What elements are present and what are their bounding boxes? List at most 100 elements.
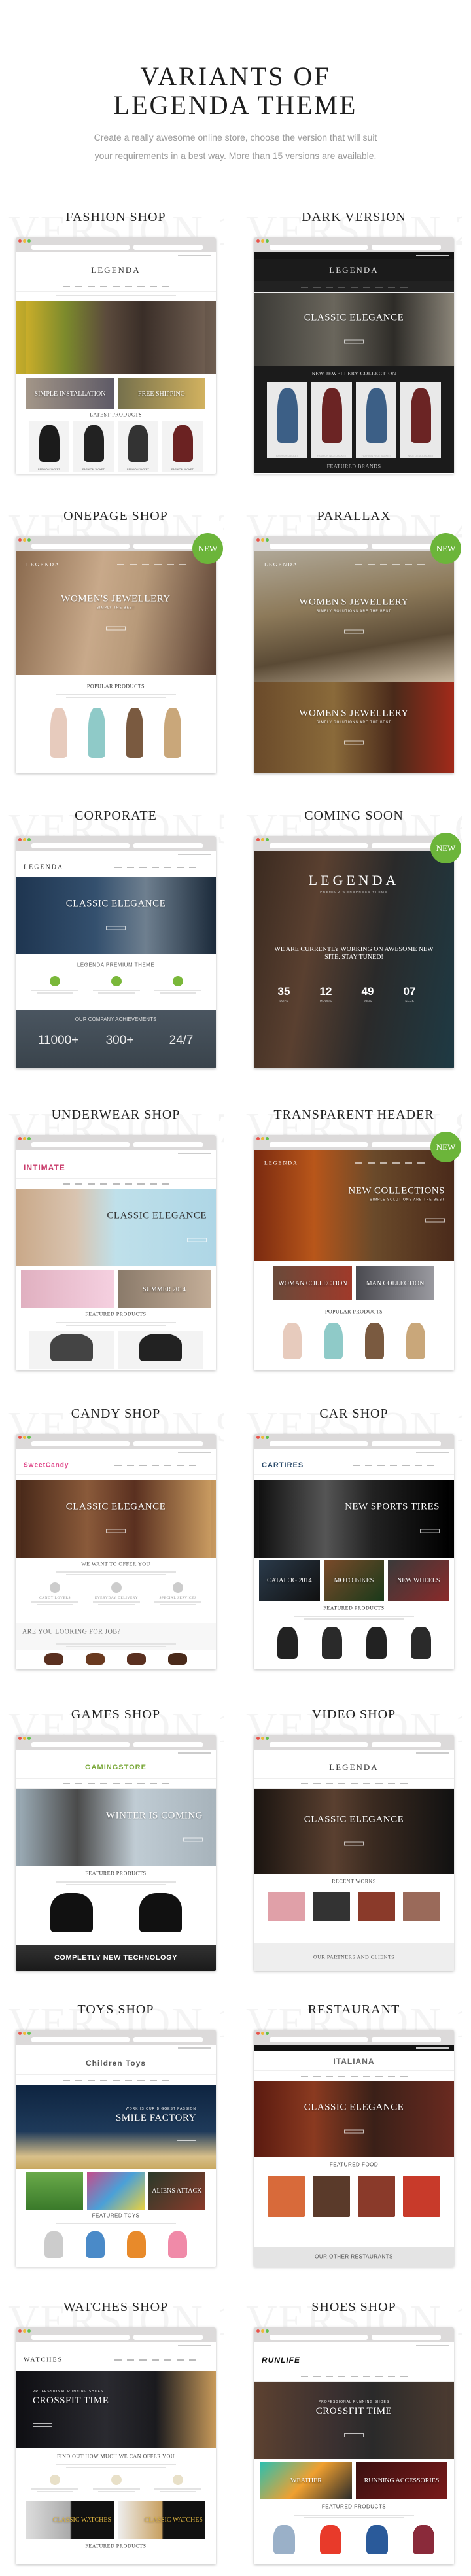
nav-item[interactable] xyxy=(427,1464,434,1466)
product-card[interactable] xyxy=(309,2522,352,2563)
variant-card-parallax[interactable]: LEGENDA WOMEN'S JEWELLERY SIMPLY SOLUTIONS… xyxy=(254,536,454,773)
variant-card-corporate[interactable]: LEGENDA CLASSIC ELEGANCE LEGENDA PREMIUM T… xyxy=(16,836,216,1068)
variant-card-shoes-shop[interactable]: RUNLIFE PROFESSIONAL RUNNING SHOES CROSSFI… xyxy=(254,2327,454,2564)
hero-banner[interactable]: NEW SPORTS TIRES xyxy=(259,1480,449,1558)
nav-item[interactable] xyxy=(380,1162,387,1164)
hero-button[interactable] xyxy=(106,926,126,930)
nav-item[interactable] xyxy=(300,2075,308,2077)
hero-banner[interactable]: LEGENDA WOMEN'S JEWELLERY SIMPLY THE BEST xyxy=(16,551,216,675)
nav-item[interactable] xyxy=(350,286,358,288)
product-card[interactable] xyxy=(118,1331,203,1369)
nav-item[interactable] xyxy=(162,1783,169,1784)
site-logo[interactable]: LEGENDA xyxy=(264,1160,298,1166)
product-card[interactable] xyxy=(356,2522,398,2563)
nav-item[interactable] xyxy=(392,1162,400,1164)
product-card[interactable] xyxy=(263,2522,305,2563)
nav-item[interactable] xyxy=(139,866,147,868)
nav-item[interactable] xyxy=(338,2375,345,2377)
variant-card-watches-shop[interactable]: WATCHES PROFESSIONAL RUNNING SHOES CROSSFI… xyxy=(16,2327,216,2564)
nav-item[interactable] xyxy=(338,2075,345,2077)
hero-banner[interactable]: CLASSIC ELEGANCE xyxy=(254,2081,454,2157)
nav-item[interactable] xyxy=(300,1783,308,1784)
nav-item[interactable] xyxy=(355,564,362,565)
nav-item[interactable] xyxy=(124,285,132,287)
site-logo[interactable]: ITALIANA xyxy=(254,2057,454,2066)
site-logo[interactable]: LEGENDA xyxy=(24,863,63,871)
nav-item[interactable] xyxy=(313,2375,321,2377)
nav-item[interactable] xyxy=(164,866,171,868)
product-card[interactable]: FASHION NICE JACKET xyxy=(311,382,352,458)
site-logo[interactable]: LEGENDA xyxy=(26,562,60,568)
variant-card-video-shop[interactable]: LEGENDA CLASSIC ELEGANCE RECENT WORKS OUR P… xyxy=(254,1735,454,1971)
nav-item[interactable] xyxy=(117,564,124,565)
nav-item[interactable] xyxy=(164,2359,171,2361)
product-card[interactable] xyxy=(267,1623,307,1668)
nav-item[interactable] xyxy=(124,2079,132,2081)
product-card[interactable] xyxy=(77,2228,114,2265)
nav-item[interactable] xyxy=(126,2359,134,2361)
variant-card-candy-shop[interactable]: SweetCandy CLASSIC ELEGANCE WE WANT TO OFF… xyxy=(16,1434,216,1669)
nav-item[interactable] xyxy=(130,564,137,565)
nav-item[interactable] xyxy=(387,1783,395,1784)
nav-item[interactable] xyxy=(114,866,122,868)
promo-banner[interactable]: RUNNING ACCESSORIES xyxy=(356,2462,447,2499)
hero-button[interactable] xyxy=(187,1238,207,1242)
site-logo[interactable]: WATCHES xyxy=(24,2356,63,2363)
nav-item[interactable] xyxy=(188,2359,196,2361)
variant-card-toys-shop[interactable]: Children Toys WORK IS OUR BIGGEST PASSION… xyxy=(16,2030,216,2267)
nav-item[interactable] xyxy=(338,1783,345,1784)
site-logo[interactable]: LEGENDA xyxy=(254,265,454,275)
promo-banner[interactable]: SUMMER 2014 xyxy=(118,1270,211,1308)
variant-card-transparent-header[interactable]: LEGENDA NEW COLLECTIONS SIMPLE SOLUTIONS A… xyxy=(254,1135,454,1370)
variant-card-games-shop[interactable]: GAMINGSTORE WINTER IS COMING FEATURED PROD… xyxy=(16,1735,216,1971)
nav-item[interactable] xyxy=(162,1183,169,1185)
product-card[interactable]: FASHION JACKET xyxy=(118,421,158,472)
nav-item[interactable] xyxy=(355,1162,362,1164)
hero-banner[interactable]: LEGENDA WOMEN'S JEWELLERY SIMPLY SOLUTIONS… xyxy=(254,551,454,682)
hero-button[interactable] xyxy=(344,2433,364,2437)
nav-item[interactable] xyxy=(350,2075,358,2077)
nav-item[interactable] xyxy=(400,2375,408,2377)
product-card[interactable] xyxy=(159,2228,196,2265)
nav-item[interactable] xyxy=(126,866,134,868)
product-card[interactable] xyxy=(273,1319,311,1369)
nav-item[interactable] xyxy=(151,866,159,868)
nav-item[interactable] xyxy=(375,2075,383,2077)
nav-item[interactable] xyxy=(62,1183,70,1185)
product-card[interactable]: FASHION NICE JACKET xyxy=(356,382,396,458)
product-card[interactable] xyxy=(118,1652,155,1668)
product-card[interactable] xyxy=(311,1890,352,1937)
nav-item[interactable] xyxy=(377,1464,385,1466)
nav-item[interactable] xyxy=(137,1783,145,1784)
hero-button[interactable] xyxy=(106,1529,126,1533)
nav-item[interactable] xyxy=(400,2075,408,2077)
product-card[interactable] xyxy=(311,1623,352,1668)
product-card[interactable] xyxy=(402,2522,445,2563)
nav-item[interactable] xyxy=(87,1183,95,1185)
nav-item[interactable] xyxy=(313,2075,321,2077)
product-card[interactable] xyxy=(356,1319,393,1369)
product-card[interactable] xyxy=(315,1319,352,1369)
nav-item[interactable] xyxy=(368,564,375,565)
nav-item[interactable] xyxy=(99,1783,107,1784)
variant-card-coming-soon[interactable]: LEGENDA PREMIUM WORDPRESS THEME WE ARE CUR… xyxy=(254,836,454,1068)
nav-item[interactable] xyxy=(375,286,383,288)
nav-item[interactable] xyxy=(151,1464,159,1466)
nav-item[interactable] xyxy=(405,564,412,565)
promo-banner[interactable]: MAN COLLECTION xyxy=(356,1266,434,1300)
nav-item[interactable] xyxy=(313,1783,321,1784)
nav-item[interactable] xyxy=(380,564,387,565)
hero-banner[interactable] xyxy=(26,301,205,374)
nav-item[interactable] xyxy=(139,1464,147,1466)
nav-item[interactable] xyxy=(400,286,408,288)
product-card[interactable]: FASHION JACKET xyxy=(73,421,114,472)
nav-item[interactable] xyxy=(362,2075,370,2077)
variant-card-underwear-shop[interactable]: INTIMATE CLASSIC ELEGANCE SUMMER 2014 FEATU… xyxy=(16,1135,216,1370)
hero-button[interactable] xyxy=(344,740,364,744)
hero-banner[interactable]: WINTER IS COMING xyxy=(20,1789,212,1866)
promo-banner[interactable]: ALIENS ATTACK xyxy=(148,2172,205,2210)
nav-item[interactable] xyxy=(62,2079,70,2081)
nav-item[interactable] xyxy=(114,2359,122,2361)
product-card[interactable] xyxy=(118,2228,155,2265)
product-card[interactable] xyxy=(118,703,152,772)
